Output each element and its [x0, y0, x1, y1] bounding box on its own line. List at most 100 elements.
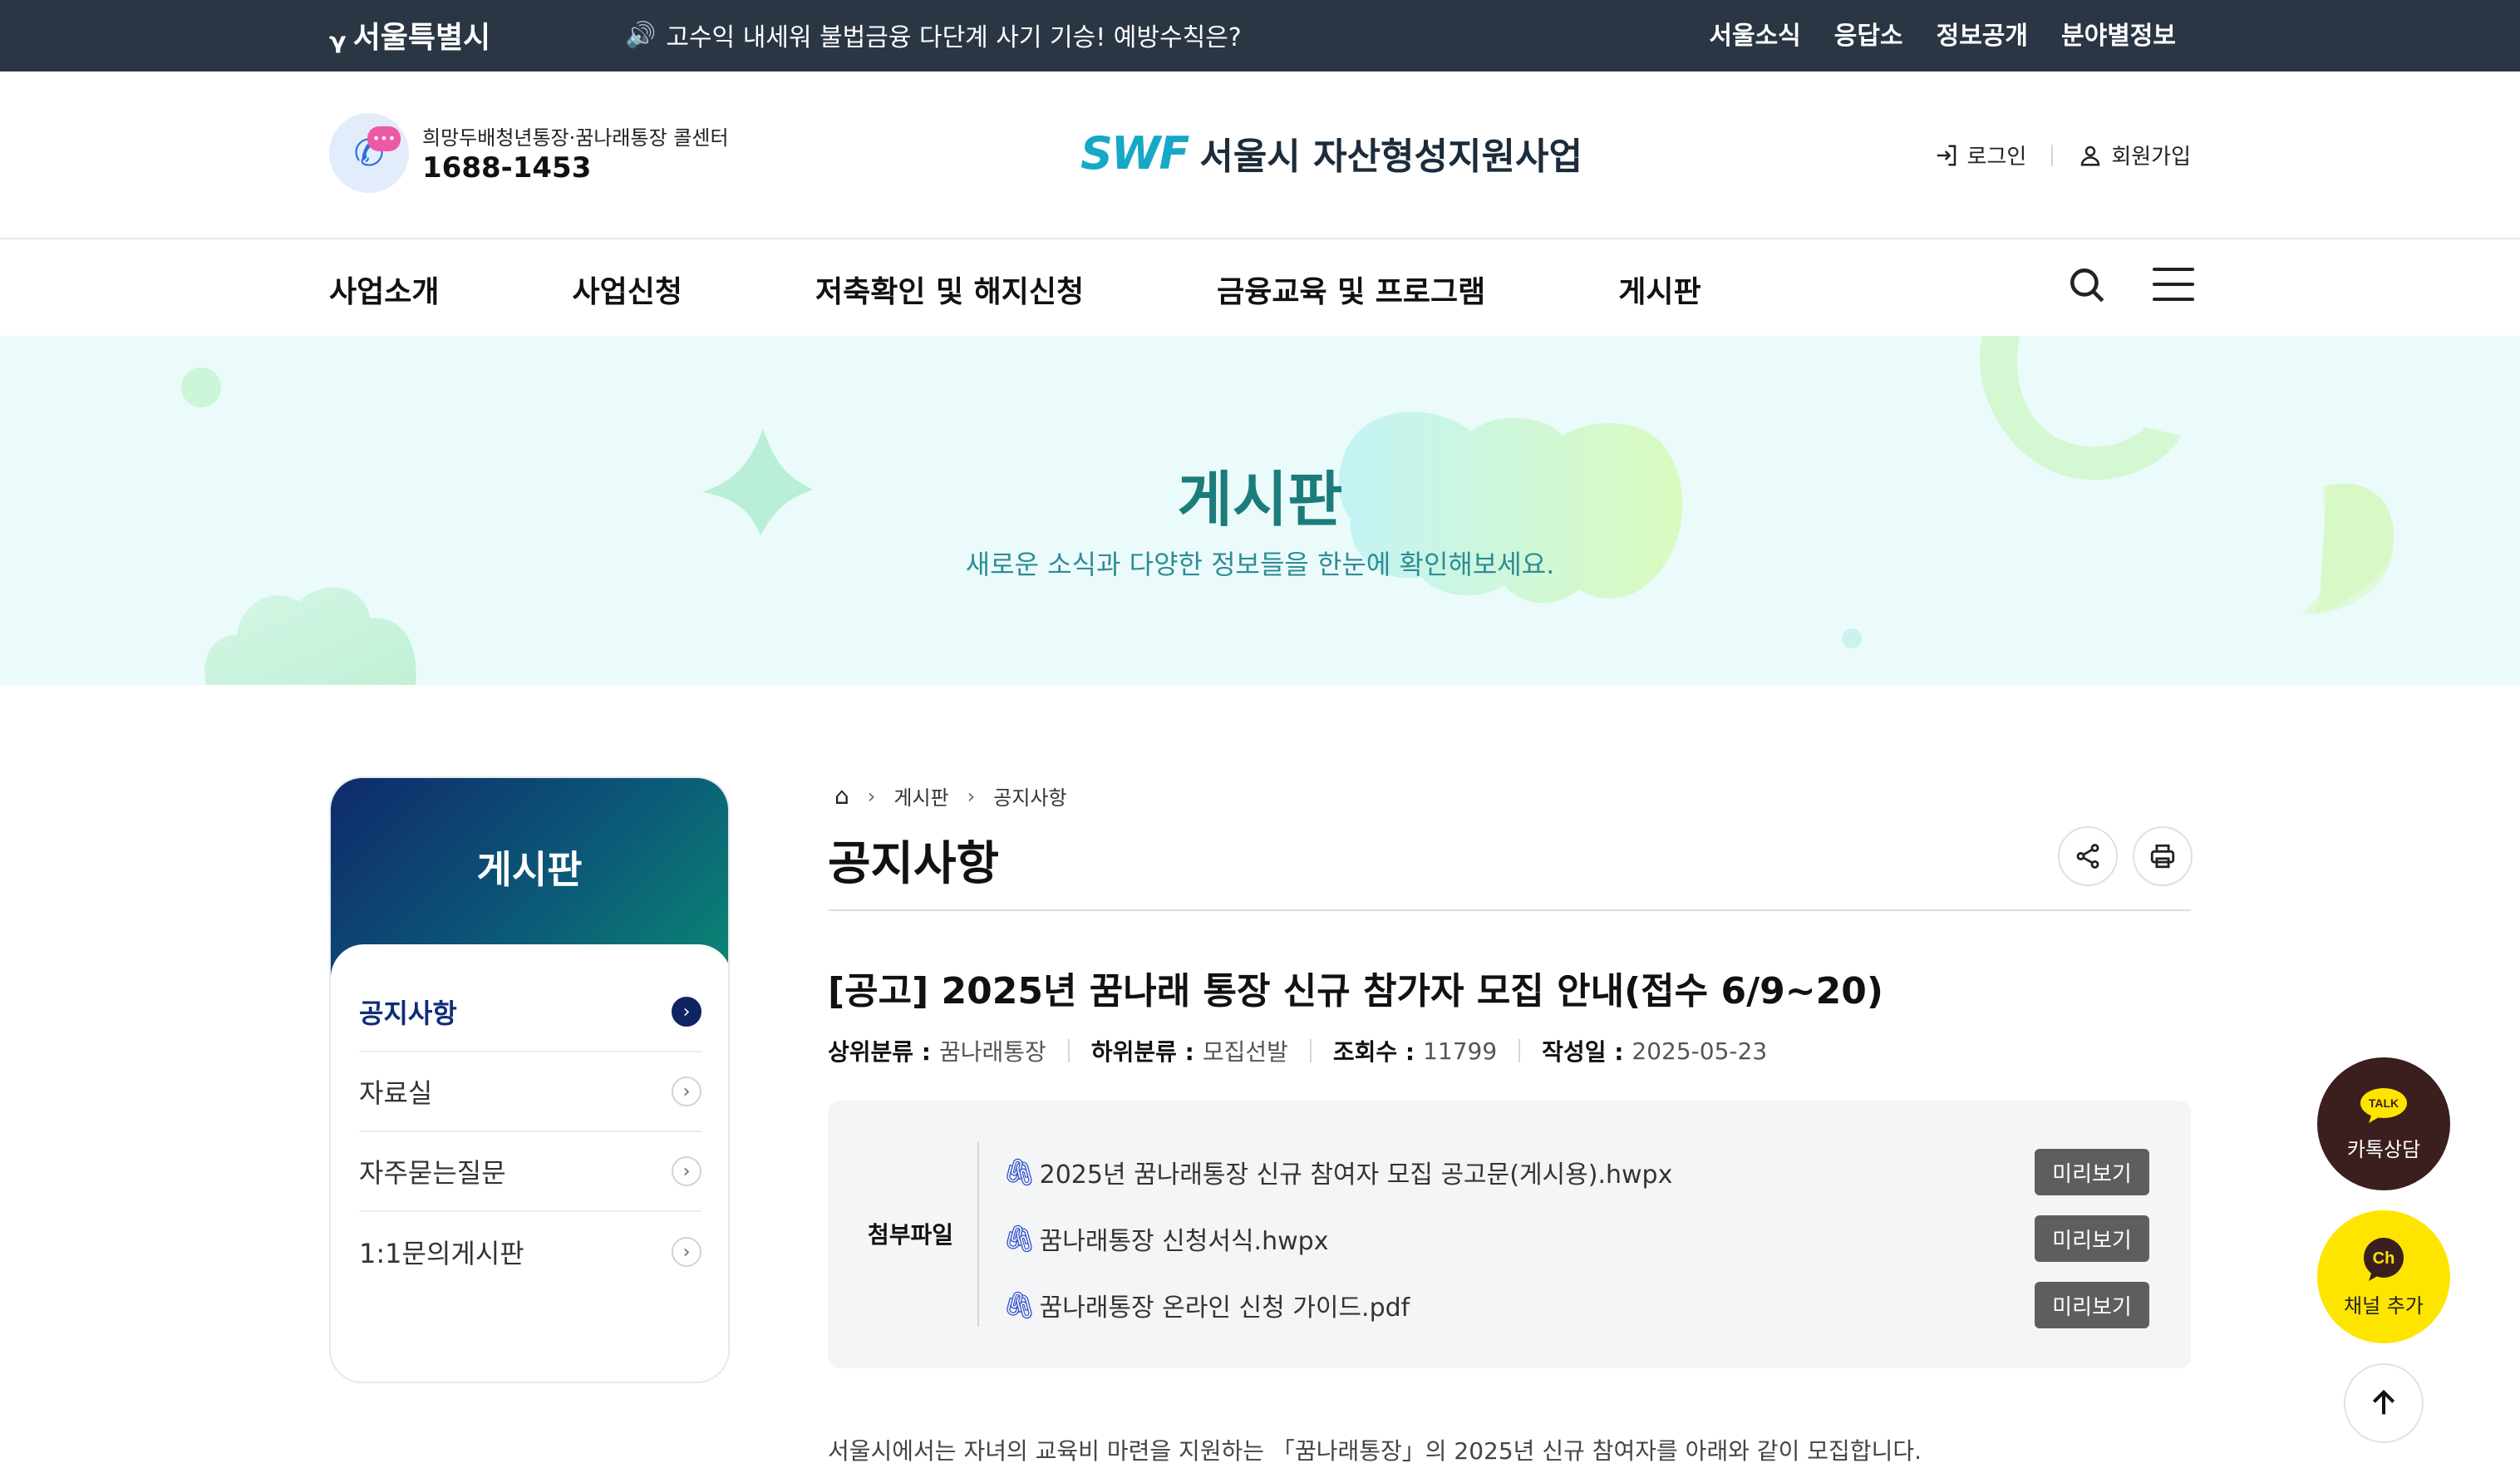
- attachment-row: 🖇 꿈나래통장 신청서식.hwpx 미리보기: [1002, 1214, 2149, 1264]
- notice-ticker[interactable]: 🔊 고수익 내세워 불법금융 다단계 사기 기승! 예방수칙은?: [625, 17, 1242, 53]
- sidebar: 게시판 공지사항 › 자료실 › 자주묻는질문 › 1:1문의게시판 ›: [329, 776, 730, 1383]
- chevron-right-icon: ›: [672, 997, 701, 1027]
- top-links: 서울소식 응답소 정보공개 분야별정보: [1709, 15, 2176, 52]
- meta-category-key: 상위분류 :: [828, 1038, 931, 1066]
- swf-logo-mark: SWF: [1080, 126, 1189, 180]
- kakao-talk-button[interactable]: TALK 카톡상담: [2317, 1057, 2450, 1190]
- meta-divider: [1518, 1039, 1521, 1062]
- meta-date-value: 2025-05-23: [1632, 1037, 1768, 1065]
- speaker-icon: 🔊: [625, 20, 657, 50]
- hero-subtitle: 새로운 소식과 다양한 정보들을 한눈에 확인해보세요.: [965, 549, 1555, 580]
- top-link-field-info[interactable]: 분야별정보: [2061, 15, 2176, 52]
- kakao-talk-label: 카톡상담: [2346, 1137, 2421, 1161]
- nav-item-apply[interactable]: 사업신청: [572, 268, 682, 311]
- meta-subcategory-value: 모집선발: [1202, 1038, 1288, 1066]
- post-body-text: 서울시에서는 자녀의 교육비 마련을 지원하는 「꿈나래통장」의 2025년 신…: [828, 1437, 1922, 1465]
- chevron-right-icon: ›: [867, 784, 876, 808]
- page-title: 공지사항: [828, 837, 1000, 891]
- paperclip-icon: 🖇: [1002, 1289, 1036, 1321]
- post-title: [공고] 2025년 꿈나래 통장 신규 참가자 모집 안내(접수 6/9~20…: [828, 970, 1883, 1012]
- kakao-talk-icon: TALK: [2360, 1087, 2407, 1123]
- share-button[interactable]: [2058, 826, 2118, 886]
- callcenter-label: 희망두배청년통장·꿈나래통장 콜센터: [422, 126, 729, 150]
- attachments-divider: [977, 1142, 979, 1327]
- site-header: ✆ ••• 희망두배청년통장·꿈나래통장 콜센터 1688-1453 SWF 서…: [0, 71, 2520, 239]
- nav-item-business-intro[interactable]: 사업소개: [329, 268, 439, 311]
- signup-link[interactable]: 회원가입: [2078, 140, 2191, 170]
- menu-icon[interactable]: [2153, 268, 2194, 301]
- login-link[interactable]: 로그인: [1934, 140, 2027, 170]
- auth-divider: [2051, 144, 2054, 166]
- search-icon[interactable]: [2066, 264, 2108, 306]
- attachment-link[interactable]: 꿈나래통장 온라인 신청 가이드.pdf: [1040, 1287, 1410, 1323]
- sidebar-item-label: 공지사항: [359, 998, 457, 1029]
- kakao-channel-button[interactable]: Ch 채널 추가: [2317, 1210, 2450, 1343]
- top-link-info-disclosure[interactable]: 정보공개: [1937, 15, 2028, 52]
- site-logo[interactable]: SWF 서울시 자산형성지원사업: [1080, 126, 1582, 180]
- site-name: 서울시 자산형성지원사업: [1199, 135, 1582, 178]
- seoul-city-logo[interactable]: ᵧ 서울특별시: [329, 10, 490, 60]
- hero-title: 게시판: [1177, 465, 1343, 535]
- scroll-to-top-button[interactable]: [2344, 1363, 2424, 1443]
- sidebar-item-archive[interactable]: 자료실 ›: [359, 1052, 701, 1132]
- callcenter-icon: ✆ •••: [329, 113, 409, 193]
- sidebar-item-inquiry[interactable]: 1:1문의게시판 ›: [359, 1212, 701, 1292]
- sidebar-item-label: 자료실: [359, 1077, 433, 1109]
- attachments-box: 첨부파일 🖇 2025년 꿈나래통장 신규 참여자 모집 공고문(게시용).hw…: [828, 1101, 2191, 1368]
- notice-text: 고수익 내세워 불법금융 다단계 사기 기승! 예방수칙은?: [666, 23, 1242, 52]
- attachment-link[interactable]: 꿈나래통장 신청서식.hwpx: [1040, 1220, 1329, 1257]
- preview-button[interactable]: 미리보기: [2035, 1215, 2149, 1262]
- print-button[interactable]: [2133, 826, 2193, 886]
- kakao-channel-icon: Ch: [2364, 1237, 2404, 1281]
- preview-button[interactable]: 미리보기: [2035, 1149, 2149, 1195]
- home-icon[interactable]: ⌂: [834, 782, 849, 810]
- chevron-right-icon: ›: [967, 784, 976, 808]
- breadcrumb: ⌂ › 게시판 › 공지사항: [834, 781, 1067, 810]
- seoul-logo-text: 서울특별시: [352, 21, 491, 55]
- sidebar-item-faq[interactable]: 자주묻는질문 ›: [359, 1132, 701, 1212]
- meta-date-key: 작성일 :: [1542, 1038, 1624, 1066]
- meta-category-value: 꿈나래통장: [939, 1038, 1046, 1066]
- chat-bubble-icon: •••: [367, 126, 401, 151]
- attachment-row: 🖇 꿈나래통장 온라인 신청 가이드.pdf 미리보기: [1002, 1280, 2149, 1330]
- chevron-right-icon: ›: [672, 1077, 701, 1106]
- sidebar-item-label: 자주묻는질문: [359, 1157, 506, 1189]
- top-link-eungdapso[interactable]: 응답소: [1834, 15, 1903, 52]
- preview-button[interactable]: 미리보기: [2035, 1282, 2149, 1328]
- chevron-right-icon: ›: [672, 1237, 701, 1267]
- meta-divider: [1067, 1039, 1070, 1062]
- chevron-right-icon: ›: [672, 1156, 701, 1186]
- callcenter-phone[interactable]: 1688-1453: [422, 151, 591, 185]
- top-link-news[interactable]: 서울소식: [1709, 15, 1800, 52]
- hero-banner: 게시판 새로운 소식과 다양한 정보들을 한눈에 확인해보세요.: [0, 336, 2520, 685]
- svg-text:Ch: Ch: [2373, 1249, 2395, 1268]
- attachment-row: 🖇 2025년 꿈나래통장 신규 참여자 모집 공고문(게시용).hwpx 미리…: [1002, 1147, 2149, 1197]
- print-icon: [2150, 844, 2175, 869]
- top-utility-bar: ᵧ 서울특별시 🔊 고수익 내세워 불법금융 다단계 사기 기승! 예방수칙은?…: [0, 0, 2520, 71]
- auth-links: 로그인 회원가입: [1934, 140, 2191, 170]
- breadcrumb-board[interactable]: 게시판: [893, 781, 948, 810]
- share-icon: [2076, 844, 2099, 869]
- meta-views-key: 조회수 :: [1332, 1038, 1415, 1066]
- user-icon: [2081, 145, 2100, 165]
- nav-item-board[interactable]: 게시판: [1618, 268, 1701, 311]
- attachment-link[interactable]: 2025년 꿈나래통장 신규 참여자 모집 공고문(게시용).hwpx: [1040, 1154, 1673, 1190]
- sidebar-item-notice[interactable]: 공지사항 ›: [359, 973, 701, 1052]
- nav-item-finance-education[interactable]: 금융교육 및 프로그램: [1217, 268, 1485, 311]
- signup-label: 회원가입: [2111, 145, 2191, 170]
- paperclip-icon: 🖇: [1002, 1223, 1036, 1254]
- meta-subcategory-key: 하위분류 :: [1090, 1038, 1194, 1066]
- meta-views-value: 11799: [1423, 1037, 1498, 1065]
- kakao-channel-label: 채널 추가: [2344, 1293, 2424, 1318]
- sidebar-menu: 공지사항 › 자료실 › 자주묻는질문 › 1:1문의게시판 ›: [331, 944, 728, 1382]
- login-icon: [1937, 145, 1956, 165]
- post-meta: 상위분류 : 꿈나래통장 하위분류 : 모집선발 조회수 : 11799 작성일…: [828, 1034, 1767, 1067]
- login-label: 로그인: [1966, 145, 2027, 170]
- main-nav: 사업소개 사업신청 저축확인 및 해지신청 금융교육 및 프로그램 게시판: [0, 239, 2520, 336]
- nav-item-savings-check[interactable]: 저축확인 및 해지신청: [815, 268, 1084, 311]
- breadcrumb-notice[interactable]: 공지사항: [993, 781, 1066, 810]
- svg-text:TALK: TALK: [2369, 1096, 2399, 1110]
- arrow-up-icon: [2372, 1389, 2395, 1415]
- sidebar-item-label: 1:1문의게시판: [359, 1238, 524, 1269]
- paperclip-icon: 🖇: [1002, 1156, 1036, 1188]
